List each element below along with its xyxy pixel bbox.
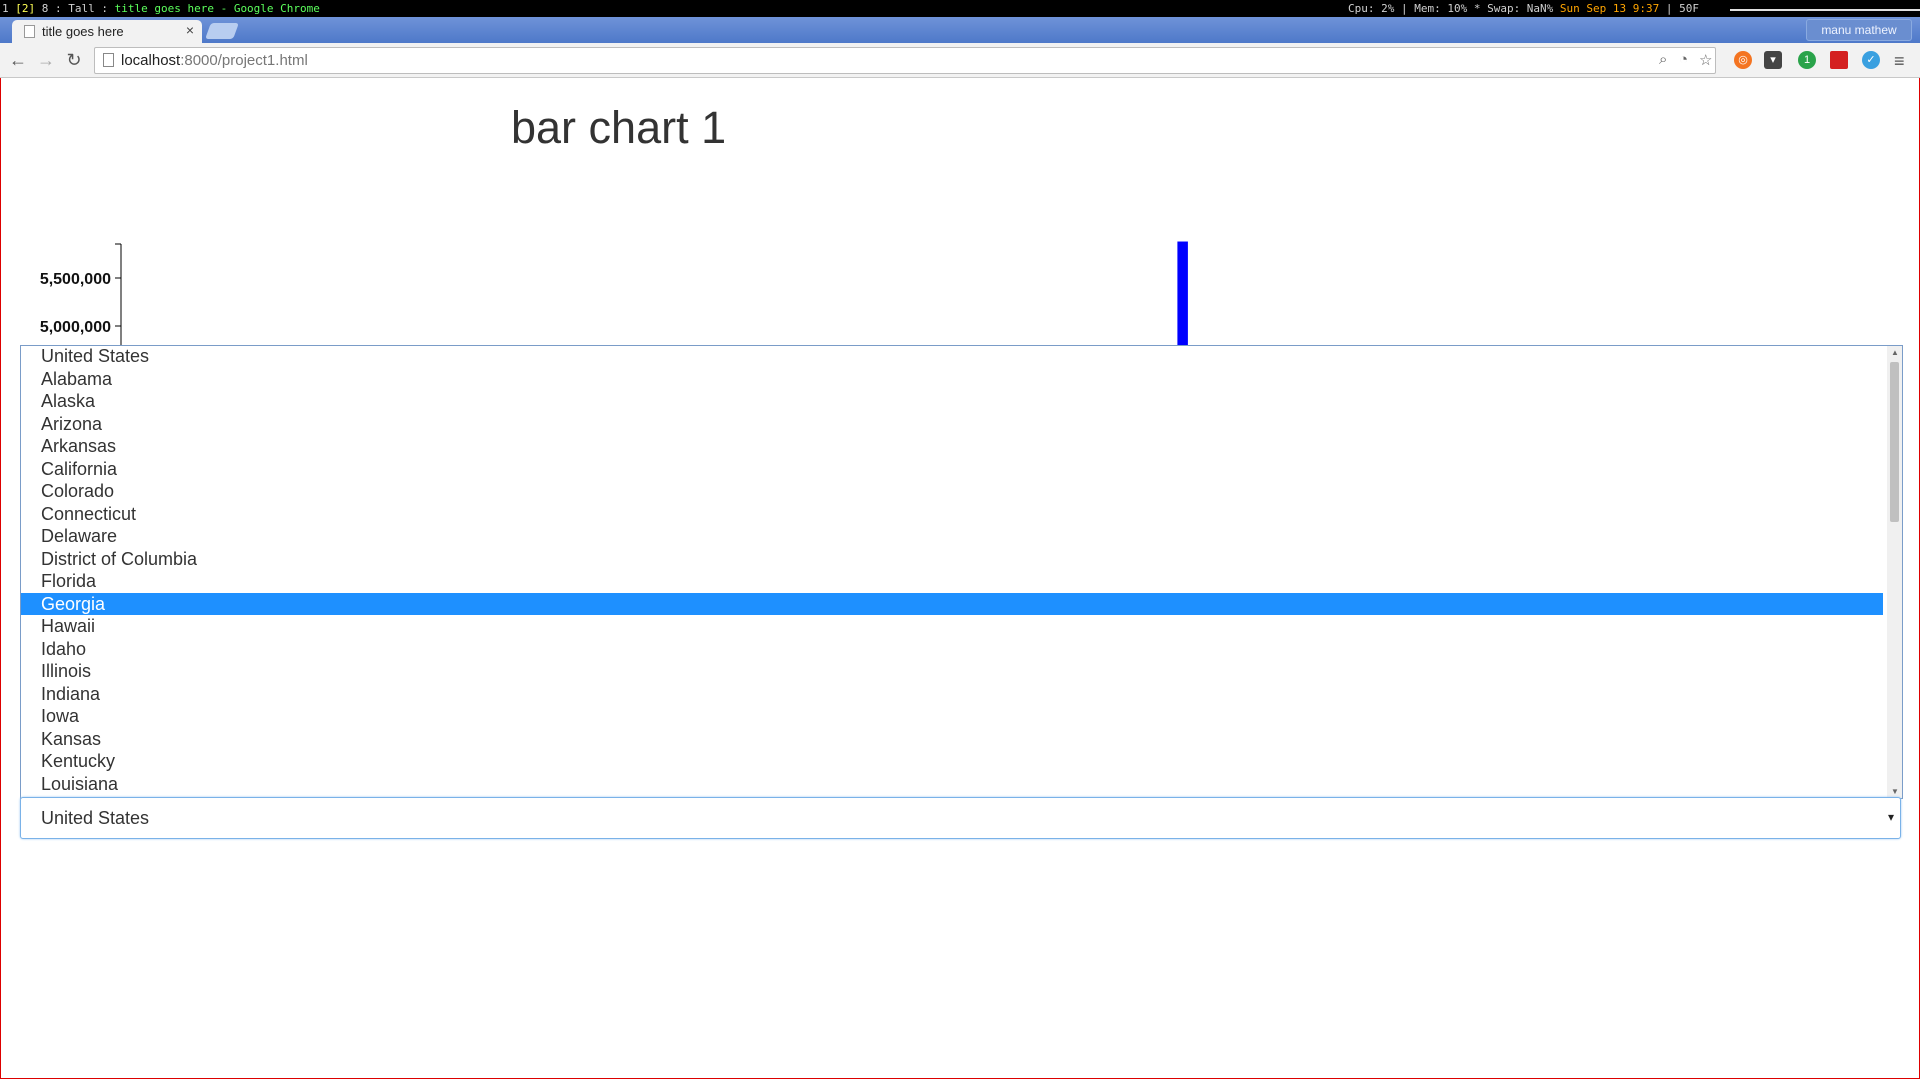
- dropdown-option[interactable]: Connecticut: [21, 503, 1883, 525]
- scroll-thumb[interactable]: [1890, 362, 1899, 522]
- url-path: :8000/project1.html: [180, 52, 308, 69]
- status-window-title: title goes here - Google Chrome: [114, 2, 320, 15]
- state-select[interactable]: United States ▾: [20, 797, 1901, 839]
- dropdown-option[interactable]: Georgia: [21, 592, 1883, 615]
- scrollbar[interactable]: ▲ ▼: [1887, 346, 1902, 798]
- dropdown-option[interactable]: Iowa: [21, 705, 1883, 727]
- dropdown-option[interactable]: Colorado: [21, 480, 1883, 502]
- pocket-extension-icon[interactable]: ▾: [1764, 51, 1782, 69]
- tab-strip: title goes here × manu mathew: [0, 17, 1920, 43]
- system-status-bar: 1 [2] 8 : Tall : title goes here - Googl…: [0, 0, 1920, 17]
- scroll-down-icon[interactable]: ▼: [1891, 787, 1899, 796]
- dropdown-option[interactable]: Kansas: [21, 728, 1883, 750]
- status-right: Cpu: 2% | Mem: 10% * Swap: NaN% Sun Sep …: [1348, 0, 1699, 17]
- extension-badge: 1: [1803, 54, 1811, 66]
- chevron-down-icon: ▾: [1887, 810, 1894, 824]
- dropdown-option[interactable]: Indiana: [21, 683, 1883, 705]
- select-value: United States: [41, 808, 150, 828]
- ubuntu-extension-icon[interactable]: ◎: [1734, 51, 1752, 69]
- dropdown-option[interactable]: Arizona: [21, 413, 1883, 435]
- browser-toolbar: ← → ↻ localhost:8000/project1.html ⌕ ◔ ☆…: [0, 43, 1920, 78]
- reload-icon[interactable]: ↻: [62, 49, 86, 71]
- y-tick-label: 5,000,000: [40, 319, 111, 336]
- dropdown-option[interactable]: Kentucky: [21, 750, 1883, 772]
- url-text: localhost:8000/project1.html: [121, 52, 308, 69]
- status-left: 1 [2] 8 : Tall : title goes here - Googl…: [2, 0, 320, 17]
- status-resources: Cpu: 2% | Mem: 10% * Swap: NaN%: [1348, 2, 1560, 15]
- state-dropdown-list[interactable]: United States Alabama Alaska Arizona Arkansa…: [20, 345, 1903, 799]
- page-content: bar chart 1 4,000,0004,500,0005,000,0005…: [0, 78, 1920, 1079]
- scroll-up-icon[interactable]: ▲: [1891, 348, 1899, 357]
- bookmark-star-icon[interactable]: ☆: [1699, 51, 1712, 69]
- dropdown-option[interactable]: Idaho: [21, 638, 1883, 660]
- status-layout: 8 : Tall :: [35, 2, 115, 15]
- dropdown-option[interactable]: Arkansas: [21, 435, 1883, 457]
- evernote-extension-icon[interactable]: 1: [1798, 51, 1816, 69]
- new-tab-button[interactable]: [205, 23, 239, 39]
- page-icon: [103, 53, 114, 67]
- reddit-icon[interactable]: ◔: [1679, 51, 1688, 68]
- dropdown-option[interactable]: Illinois: [21, 660, 1883, 682]
- status-weather: | 50F: [1659, 2, 1700, 15]
- status-tray: [1730, 0, 1920, 17]
- dropdown-option[interactable]: Alabama: [21, 368, 1883, 390]
- dropdown-option[interactable]: California: [21, 458, 1883, 480]
- status-datetime: Sun Sep 13 9:37: [1559, 2, 1660, 15]
- dropdown-option[interactable]: District of Columbia: [21, 548, 1883, 570]
- chart-title: bar chart 1: [511, 102, 727, 153]
- status-screen: 1: [2, 2, 16, 15]
- dropdown-option[interactable]: Delaware: [21, 525, 1883, 547]
- page-icon: [24, 25, 35, 38]
- profile-button[interactable]: manu mathew: [1806, 19, 1912, 41]
- dropdown-option[interactable]: Hawaii: [21, 615, 1883, 637]
- address-bar[interactable]: localhost:8000/project1.html ⌕ ◔ ☆: [94, 47, 1716, 74]
- shield-extension-icon[interactable]: ✓: [1862, 51, 1880, 69]
- forward-icon[interactable]: →: [34, 49, 58, 71]
- bookmark-extension-icon[interactable]: [1830, 51, 1848, 69]
- y-tick-label: 5,500,000: [40, 271, 111, 288]
- zoom-icon[interactable]: ⌕: [1659, 51, 1667, 68]
- dropdown-option[interactable]: Florida: [21, 570, 1883, 592]
- back-icon[interactable]: ←: [6, 49, 30, 71]
- dropdown-option[interactable]: Alaska: [21, 390, 1883, 412]
- tab-active[interactable]: title goes here ×: [12, 20, 202, 43]
- menu-icon[interactable]: ≡: [1894, 51, 1905, 72]
- status-workspace: [2]: [15, 2, 36, 15]
- tab-title: title goes here: [42, 24, 124, 39]
- close-tab-icon[interactable]: ×: [186, 22, 194, 38]
- url-host: localhost: [121, 52, 181, 69]
- dropdown-option[interactable]: United States: [21, 346, 1883, 367]
- dropdown-option[interactable]: Louisiana: [21, 773, 1883, 795]
